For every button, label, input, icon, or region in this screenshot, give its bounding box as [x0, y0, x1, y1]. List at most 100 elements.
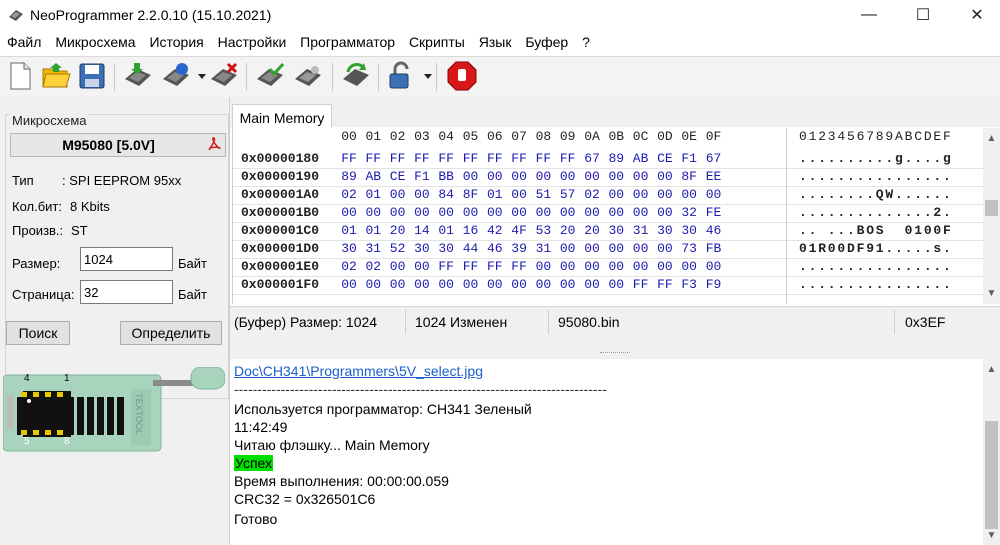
hex-byte[interactable]: 00 — [459, 168, 483, 186]
hex-byte[interactable]: 00 — [702, 186, 726, 204]
hex-byte[interactable]: FF — [556, 150, 580, 168]
hex-byte[interactable]: 00 — [556, 240, 580, 258]
hex-byte[interactable]: FF — [434, 258, 458, 276]
hex-byte[interactable]: 30 — [604, 222, 628, 240]
hex-view[interactable]: 00 01 02 03 04 05 06 07 08 09 0A 0B 0C 0D 0E 0F 01234567… — [232, 128, 985, 304]
hex-byte[interactable]: 00 — [531, 276, 555, 294]
hex-byte[interactable]: 00 — [653, 258, 677, 276]
hex-byte[interactable]: 51 — [531, 186, 555, 204]
hex-byte[interactable]: FF — [337, 150, 361, 168]
hex-byte[interactable]: 00 — [386, 276, 410, 294]
hex-byte[interactable]: FF — [531, 150, 555, 168]
hex-byte[interactable]: FF — [361, 150, 385, 168]
hex-byte[interactable]: 01 — [337, 222, 361, 240]
hex-ascii[interactable]: ................ — [799, 168, 953, 186]
hex-byte[interactable]: 00 — [653, 168, 677, 186]
scroll-thumb[interactable] — [985, 421, 998, 529]
hex-byte[interactable]: 00 — [629, 186, 653, 204]
hex-byte[interactable]: F3 — [677, 276, 701, 294]
tab-main-memory[interactable]: Main Memory — [232, 104, 332, 130]
menu-settings[interactable]: Настройки — [218, 34, 287, 50]
hex-byte[interactable]: 00 — [410, 258, 434, 276]
hex-byte[interactable]: 00 — [410, 186, 434, 204]
pdf-icon[interactable] — [206, 136, 222, 152]
hex-byte[interactable]: 30 — [677, 222, 701, 240]
hex-byte[interactable]: 8F — [677, 168, 701, 186]
hex-byte[interactable]: 00 — [580, 204, 604, 222]
erase-icon[interactable] — [208, 60, 240, 92]
hex-byte[interactable]: CE — [386, 168, 410, 186]
hex-byte[interactable]: 00 — [459, 276, 483, 294]
new-file-icon[interactable] — [4, 60, 36, 92]
hex-byte[interactable]: 84 — [434, 186, 458, 204]
hex-byte[interactable]: 31 — [629, 222, 653, 240]
page-size-field[interactable] — [80, 280, 173, 304]
hex-byte[interactable]: FF — [483, 258, 507, 276]
log-panel[interactable]: Doc\CH341\Programmers\5V_select.jpg ----… — [230, 359, 983, 545]
detect-button[interactable]: Определить — [120, 321, 222, 345]
hex-byte[interactable]: 00 — [677, 258, 701, 276]
hex-byte[interactable]: F1 — [410, 168, 434, 186]
hex-byte[interactable]: 00 — [604, 240, 628, 258]
hex-byte[interactable]: 00 — [580, 168, 604, 186]
hex-byte[interactable]: FF — [386, 150, 410, 168]
hex-byte[interactable]: 00 — [361, 204, 385, 222]
hex-byte[interactable]: 00 — [556, 204, 580, 222]
hex-byte[interactable]: 30 — [434, 240, 458, 258]
hex-byte[interactable]: AB — [361, 168, 385, 186]
search-button[interactable]: Поиск — [6, 321, 70, 345]
hex-byte[interactable]: 00 — [556, 276, 580, 294]
hex-byte[interactable]: 01 — [361, 186, 385, 204]
hex-byte[interactable]: 01 — [483, 186, 507, 204]
hex-byte[interactable]: 00 — [337, 204, 361, 222]
hex-byte[interactable]: 4F — [507, 222, 531, 240]
hex-byte[interactable]: 42 — [483, 222, 507, 240]
hex-byte[interactable]: 00 — [604, 186, 628, 204]
hex-byte[interactable]: F9 — [702, 276, 726, 294]
hex-byte[interactable]: 30 — [653, 222, 677, 240]
size-field[interactable] — [80, 247, 173, 271]
hex-ascii[interactable]: 01R00DF91.....s. — [799, 240, 953, 258]
hex-byte[interactable]: FF — [410, 150, 434, 168]
hex-ascii[interactable]: ..............2. — [799, 204, 953, 222]
hex-row[interactable]: 0x000001B0 00 00 00 00 00 00 00 00 00 00 00 00 00 00 32… — [233, 204, 985, 222]
hex-byte[interactable]: 39 — [507, 240, 531, 258]
hex-byte[interactable]: 67 — [702, 150, 726, 168]
hex-byte[interactable]: 30 — [337, 240, 361, 258]
hex-byte[interactable]: 00 — [531, 168, 555, 186]
hex-byte[interactable]: 00 — [483, 276, 507, 294]
hex-byte[interactable]: 00 — [629, 258, 653, 276]
hex-byte[interactable]: FF — [653, 276, 677, 294]
hex-row[interactable]: 0x000001A0 02 01 00 00 84 8F 01 00 51 57 02 00 00 00 00… — [233, 186, 985, 204]
hex-byte[interactable]: 02 — [580, 186, 604, 204]
hex-byte[interactable]: 00 — [604, 258, 628, 276]
hex-byte[interactable]: 00 — [580, 276, 604, 294]
hex-byte[interactable]: 57 — [556, 186, 580, 204]
maximize-button[interactable]: ☐ — [900, 0, 946, 30]
chip-name-box[interactable]: M95080 [5.0V] — [10, 133, 226, 157]
hex-byte[interactable]: 8F — [459, 186, 483, 204]
hex-byte[interactable]: FF — [629, 276, 653, 294]
hex-row[interactable]: 0x000001C0 01 01 20 14 01 16 42 4F 53 20 20 30 31 30 30… — [233, 222, 985, 240]
menu-file[interactable]: Файл — [7, 34, 41, 50]
hex-ascii[interactable]: ................ — [799, 276, 953, 294]
hex-byte[interactable]: 30 — [410, 240, 434, 258]
hex-byte[interactable]: EE — [702, 168, 726, 186]
hex-byte[interactable]: 00 — [604, 168, 628, 186]
hex-byte[interactable]: 02 — [337, 186, 361, 204]
hex-byte[interactable]: 00 — [531, 204, 555, 222]
chevron-down-icon[interactable] — [198, 74, 206, 79]
scroll-up-icon[interactable]: ▲ — [983, 130, 1000, 147]
hex-byte[interactable]: FF — [459, 258, 483, 276]
log-link[interactable]: Doc\CH341\Programmers\5V_select.jpg — [234, 363, 483, 379]
menu-help[interactable]: ? — [582, 34, 590, 50]
hex-byte[interactable]: FE — [702, 204, 726, 222]
hex-byte[interactable]: 00 — [483, 204, 507, 222]
hex-scrollbar[interactable]: ▲ ▼ — [983, 128, 1000, 304]
menu-history[interactable]: История — [149, 34, 203, 50]
hex-byte[interactable]: 00 — [507, 276, 531, 294]
write-chip-icon[interactable] — [254, 60, 286, 92]
menu-programmer[interactable]: Программатор — [300, 34, 395, 50]
hex-byte[interactable]: 20 — [556, 222, 580, 240]
hex-byte[interactable]: 00 — [653, 186, 677, 204]
